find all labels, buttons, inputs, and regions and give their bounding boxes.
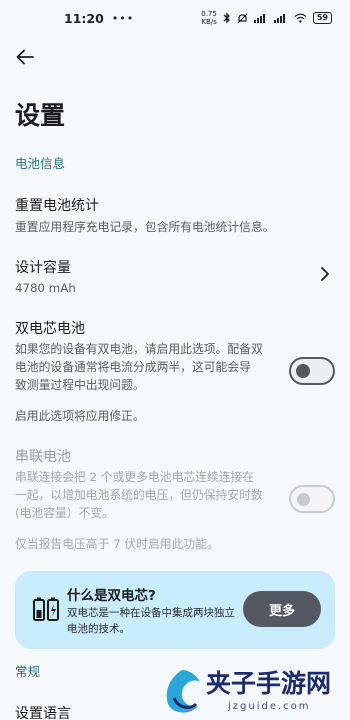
status-bar: 11:20 ••• 0.75 KB/s 59	[0, 0, 350, 36]
arrow-left-icon	[16, 49, 34, 65]
card-title: 什么是双电芯?	[67, 588, 156, 604]
design-capacity-title: 设计容量	[15, 260, 71, 276]
more-button[interactable]: 更多	[243, 591, 321, 627]
section-heading-battery: 电池信息	[15, 156, 66, 171]
dual-cell-note: 启用此选项将应用修正。	[15, 409, 145, 423]
dual-cell-toggle[interactable]	[289, 357, 335, 385]
battery-indicator: 59	[312, 12, 332, 24]
reset-battery-stats-desc: 重置应用程序充电记录，包含所有电池统计信息。	[15, 220, 275, 234]
mute-icon	[237, 13, 248, 23]
section-heading-general: 常规	[15, 664, 41, 679]
toggle-knob	[297, 493, 310, 506]
page-title: 设置	[15, 101, 66, 130]
dual-cell-info-card: 什么是双电芯? 双电芯是一种在设备中集成两块独立电池的技术。 更多	[15, 571, 335, 649]
watermark: 夹子手游网 jzguide.com	[158, 664, 350, 720]
reset-battery-stats-title: 重置电池统计	[15, 198, 99, 214]
bluetooth-icon	[223, 12, 230, 24]
watermark-sub: jzguide.com	[228, 701, 311, 712]
status-time: 11:20	[64, 10, 104, 26]
net-speed-value: 0.75	[201, 10, 217, 18]
series-desc-line-1: 串联连接会把 2 个或更多电池电芯连续连接在	[15, 470, 255, 484]
series-battery-toggle	[289, 485, 335, 513]
watermark-logo	[166, 670, 200, 713]
card-desc: 双电芯是一种在设备中集成两块独立电池的技术。	[67, 607, 235, 635]
net-speed-unit: KB/s	[201, 18, 217, 26]
dual-cell-desc-line-3: 致测量过程中出现问题。	[15, 378, 145, 392]
battery-pair-icon	[33, 597, 59, 621]
signal-icon-2	[273, 14, 285, 23]
chevron-right-icon	[321, 267, 329, 281]
signal-icon	[253, 14, 265, 23]
set-language-item[interactable]: 设置语言	[15, 703, 71, 720]
notification-dots: •••	[111, 11, 135, 25]
net-speed: 0.75 KB/s	[201, 10, 217, 26]
dual-cell-title: 双电芯电池	[15, 321, 85, 337]
status-icons: 0.75 KB/s 59	[201, 10, 332, 26]
watermark-text: 夹子手游网	[206, 669, 332, 698]
toggle-knob	[296, 364, 310, 378]
wifi-icon	[294, 13, 307, 23]
dual-cell-desc-line-2: 电池的设备通常将电流分成两半，这可能会导	[15, 360, 251, 374]
series-battery-title: 串联电池	[15, 449, 71, 465]
dual-cell-desc-line-1: 如果您的设备有双电池，请启用此选项。配备双	[15, 342, 263, 356]
design-capacity-value: 4780 mAh	[15, 281, 76, 295]
series-note: 仅当报告电压高于 7 伏时启用此功能。	[15, 537, 219, 551]
back-button[interactable]	[12, 44, 38, 70]
series-desc-line-3: (电池容量）不变。	[15, 506, 114, 520]
series-desc-line-2: 一起，以增加电池系统的电压，但仍保持安时数	[15, 488, 263, 502]
